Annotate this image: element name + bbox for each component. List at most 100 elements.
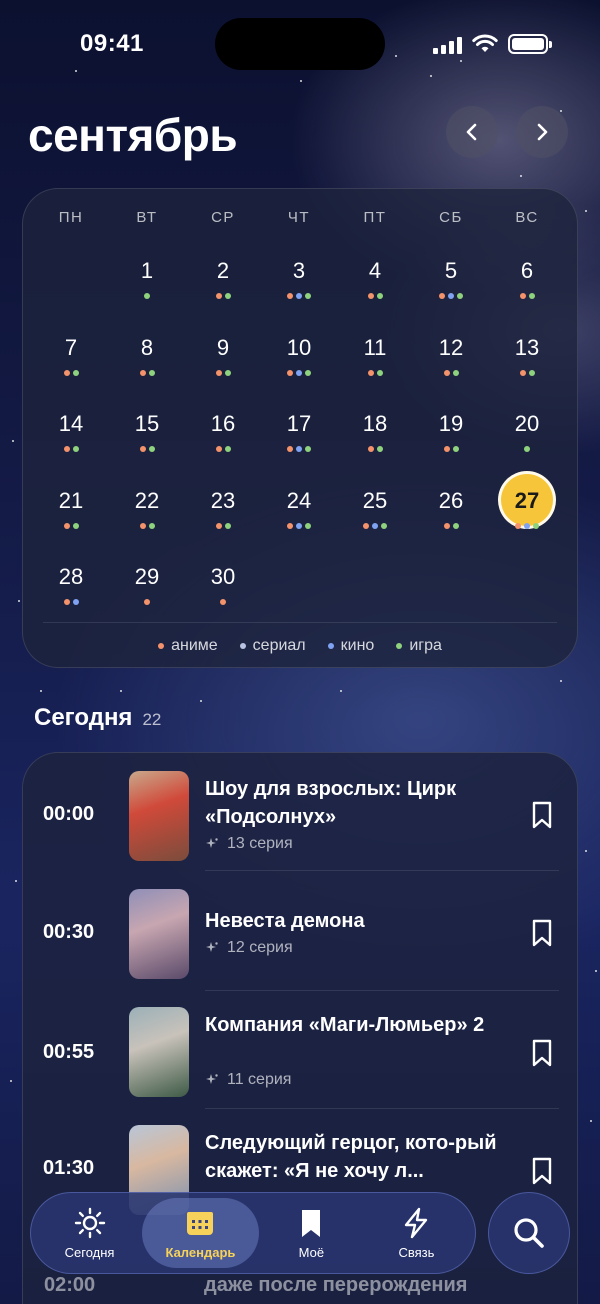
event-dots: [185, 599, 261, 605]
event-dot-igra: [72, 369, 79, 376]
event-dot-igra: [305, 369, 311, 376]
prev-month-button[interactable]: [446, 106, 498, 158]
legend-divider: [43, 622, 557, 623]
calendar-day[interactable]: 8: [109, 326, 185, 403]
bookmark-icon[interactable]: [531, 1039, 553, 1067]
calendar-day[interactable]: 23: [185, 479, 261, 556]
event-dot-igra: [452, 369, 459, 376]
bookmark-icon[interactable]: [531, 919, 553, 947]
bolt-icon: [405, 1207, 428, 1238]
event-dot-anime: [220, 599, 226, 605]
calendar-day[interactable]: 6: [489, 249, 565, 326]
item-episode: 11 серия: [205, 1071, 291, 1089]
tab-today[interactable]: Сегодня: [37, 1198, 142, 1268]
calendar-day[interactable]: 1: [109, 249, 185, 326]
calendar-day[interactable]: 12: [413, 326, 489, 403]
item-poster: [129, 889, 189, 979]
legend-item-anime: аниме: [158, 637, 218, 655]
calendar-day-number: 21: [58, 487, 84, 513]
event-dot-anime: [367, 369, 374, 376]
weekday-label: СР: [211, 209, 235, 226]
event-dot-anime: [139, 446, 146, 452]
event-dots: [33, 599, 109, 605]
calendar-day[interactable]: 11: [337, 326, 413, 403]
event-dot-igra: [72, 446, 79, 452]
event-dot-kino: [296, 369, 302, 376]
calendar-day-number: 10: [286, 334, 312, 360]
bookmark-icon[interactable]: [531, 801, 553, 829]
calendar-day[interactable]: 16: [185, 402, 261, 479]
event-dots: [109, 522, 185, 529]
calendar-day-number: 13: [514, 334, 540, 360]
weekday-label: ПТ: [363, 209, 387, 226]
event-dot-igra: [224, 293, 231, 299]
event-dot-igra: [524, 446, 530, 452]
calendar-day[interactable]: 20: [489, 402, 565, 479]
calendar-day-number: 2: [216, 258, 230, 283]
calendar-day[interactable]: 15: [109, 402, 185, 479]
sparkle-icon: [206, 1074, 218, 1084]
calendar-day[interactable]: 10: [261, 326, 337, 403]
tab-calendar[interactable]: Календарь: [142, 1198, 259, 1268]
event-dot-igra: [148, 522, 155, 529]
next-month-button[interactable]: [516, 106, 568, 158]
calendar-day-number: 22: [134, 487, 160, 513]
calendar-day-number: 5: [444, 258, 458, 283]
item-title: Шоу для взрослых: Цирк «Подсолнух»: [205, 778, 457, 828]
calendar-icon: [187, 1211, 214, 1235]
weekday-label: ВС: [515, 209, 539, 226]
event-dot-anime: [215, 293, 222, 299]
calendar-day[interactable]: 28: [33, 555, 109, 632]
event-dot-anime: [215, 522, 222, 529]
calendar-day[interactable]: 18: [337, 402, 413, 479]
calendar-day[interactable]: 30: [185, 555, 261, 632]
tab-label: Сегодня: [64, 1244, 115, 1260]
calendar-legend: аниме сериал кино игра: [23, 637, 577, 655]
bookmark-icon[interactable]: [531, 1157, 553, 1185]
calendar-day[interactable]: 13: [489, 326, 565, 403]
calendar-day[interactable]: 24: [261, 479, 337, 556]
schedule-item-partial: 02:00 даже после перерождения: [0, 1270, 600, 1304]
calendar-day-number: 19: [438, 411, 464, 436]
event-dots: [185, 446, 261, 452]
event-dots: [337, 522, 413, 529]
calendar-day-number: 29: [134, 564, 160, 589]
event-dots: [185, 293, 261, 299]
calendar-day[interactable]: 14: [33, 402, 109, 479]
calendar-day[interactable]: 17: [261, 402, 337, 479]
event-dot-anime: [519, 293, 526, 299]
calendar-day[interactable]: 5: [413, 249, 489, 326]
calendar-day[interactable]: 7: [33, 326, 109, 403]
item-poster: [129, 771, 189, 861]
chevron-right-icon: [537, 123, 548, 141]
calendar-day[interactable]: 22: [109, 479, 185, 556]
calendar-day[interactable]: 26: [413, 479, 489, 556]
tab-label: Моё: [298, 1244, 325, 1260]
search-button[interactable]: [488, 1192, 570, 1274]
calendar-day[interactable]: 4: [337, 249, 413, 326]
event-dot-anime: [63, 369, 70, 376]
calendar-day[interactable]: 2: [185, 249, 261, 326]
calendar-day-number: 4: [368, 258, 382, 283]
schedule-item[interactable]: 00:55 Компания «Маги-Люмьер» 2 11 серия: [23, 991, 577, 1109]
status-icons: [433, 34, 552, 54]
calendar-day-today[interactable]: 27: [489, 470, 565, 556]
calendar-day-number: 14: [58, 411, 84, 436]
calendar-day[interactable]: 25: [337, 479, 413, 556]
event-dot-igra: [533, 522, 539, 529]
item-time: 02:00: [44, 1274, 96, 1296]
event-dot-anime: [63, 522, 70, 529]
calendar-day[interactable]: 29: [109, 555, 185, 632]
calendar-day[interactable]: 3: [261, 249, 337, 326]
event-dot-igra: [148, 446, 155, 452]
event-dot-anime: [519, 369, 526, 376]
schedule-item[interactable]: 00:00 Шоу для взрослых: Цирк «Подсолнух»…: [23, 753, 577, 871]
calendar-day[interactable]: 21: [33, 479, 109, 556]
schedule-item[interactable]: 00:30 Невеста демона 12 серия: [23, 873, 577, 991]
event-dot-kino: [296, 446, 302, 452]
calendar-day[interactable]: 9: [185, 326, 261, 403]
calendar-day[interactable]: 19: [413, 402, 489, 479]
tab-connect[interactable]: Связь: [364, 1198, 469, 1268]
calendar-day-number: 8: [140, 334, 154, 360]
tab-my[interactable]: Моё: [259, 1198, 364, 1268]
